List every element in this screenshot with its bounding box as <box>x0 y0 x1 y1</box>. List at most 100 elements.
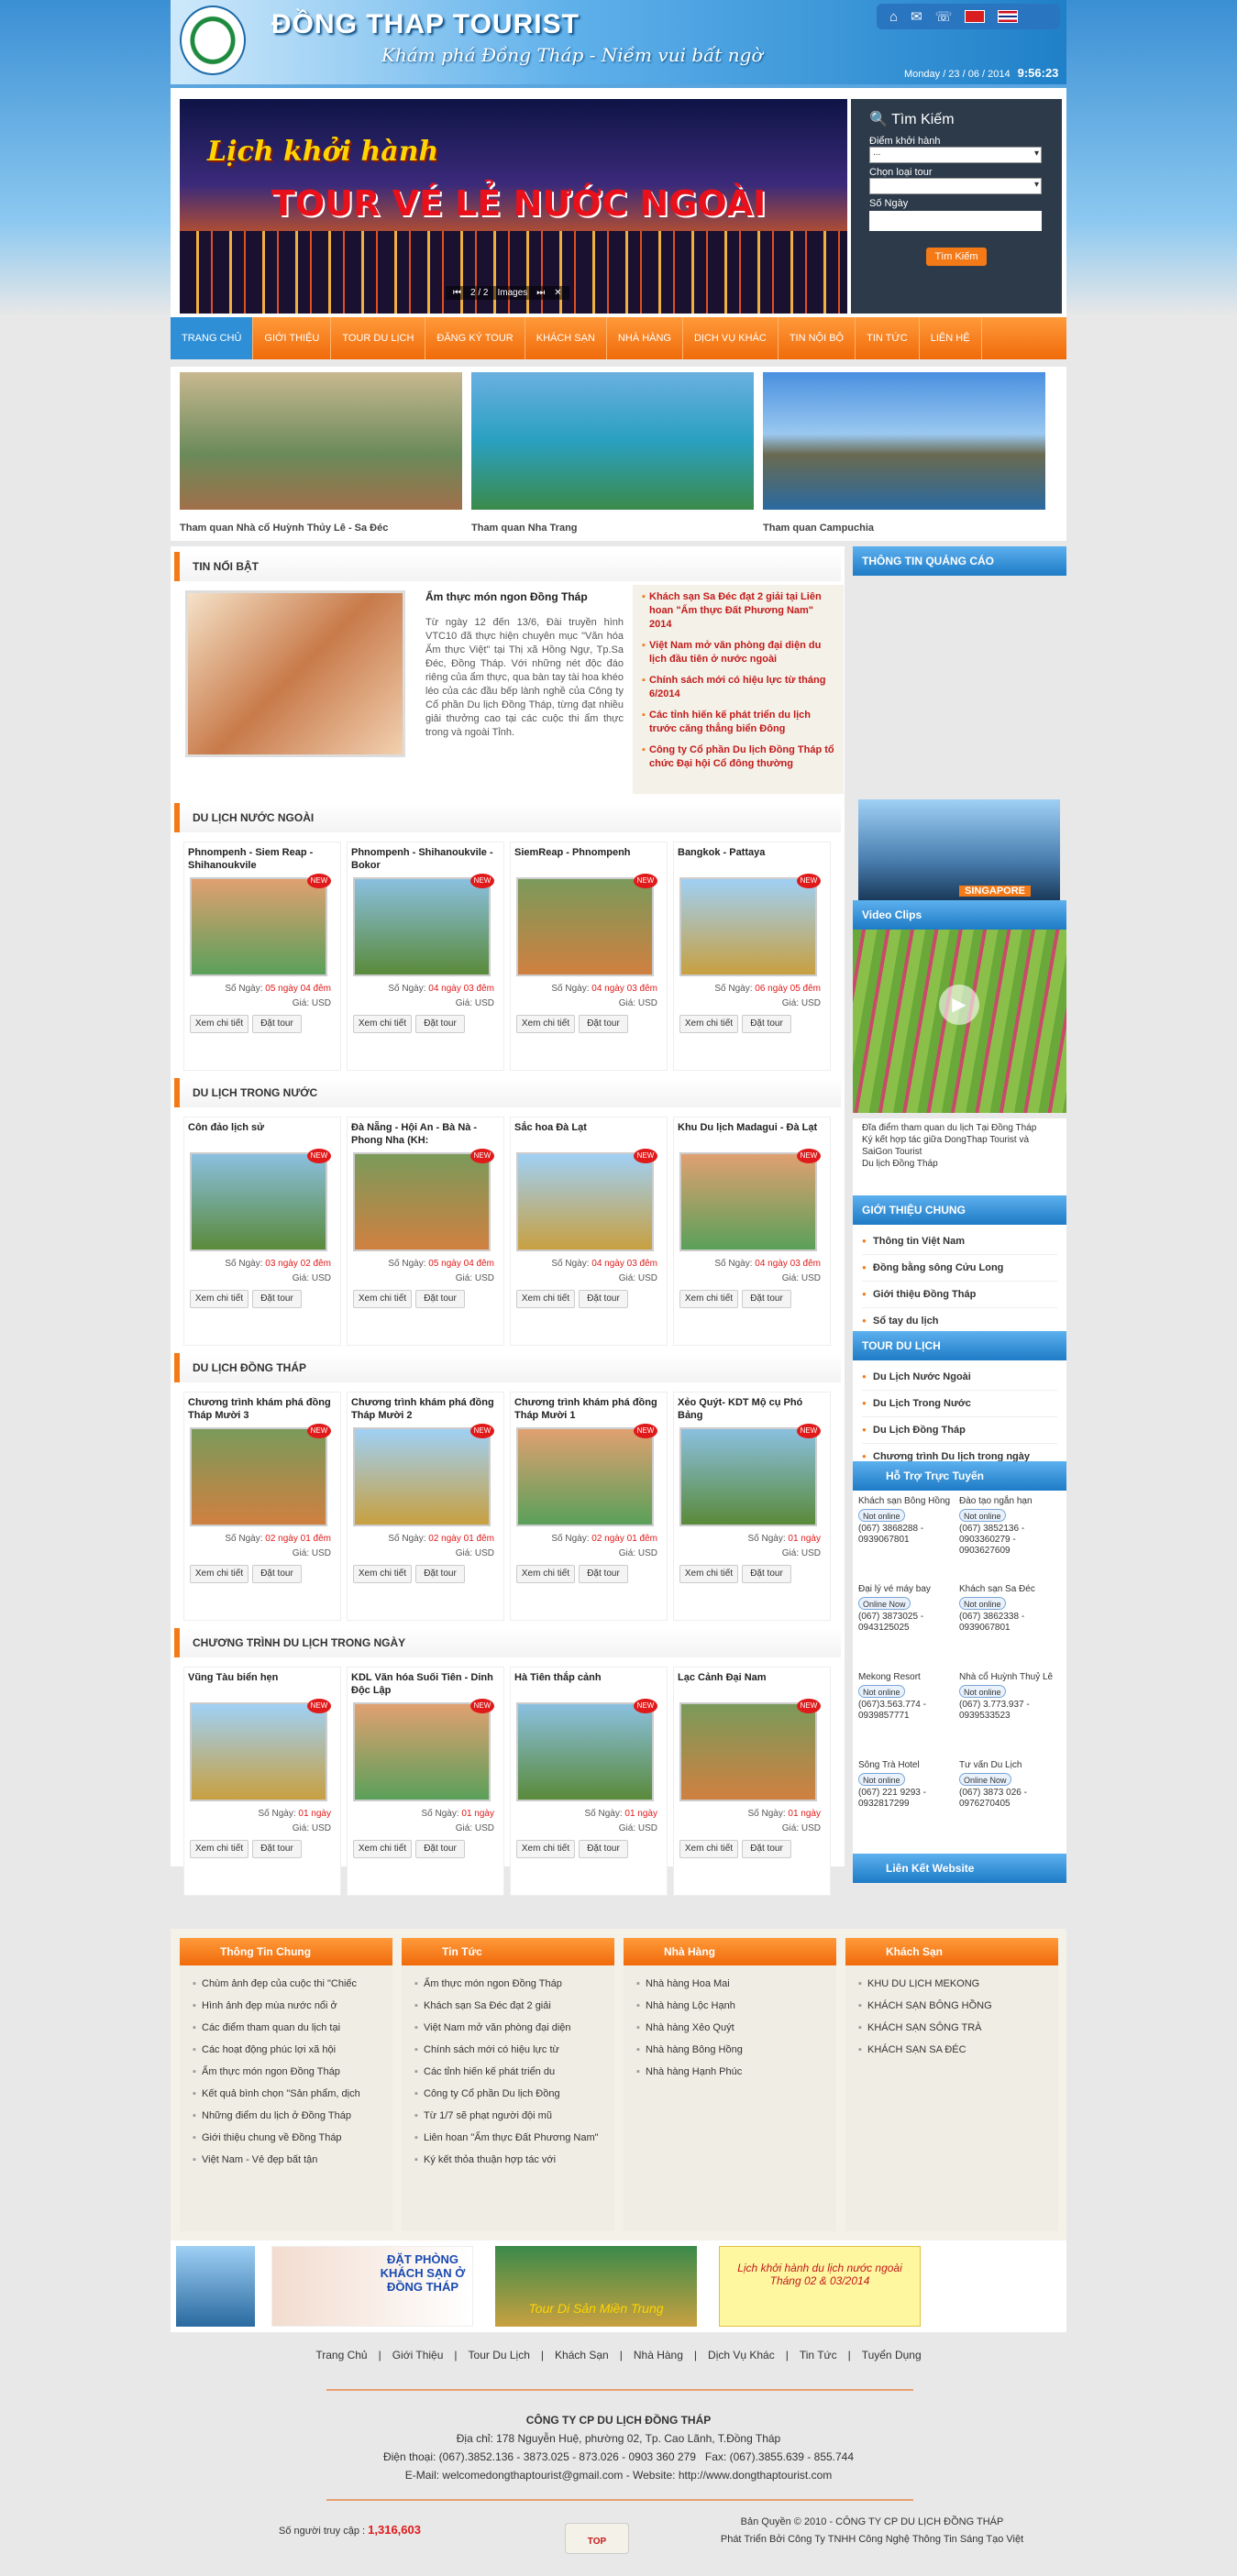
tour-image[interactable]: NEW <box>353 1424 494 1526</box>
phone-icon[interactable]: ☏ <box>935 8 953 25</box>
tour-name[interactable]: Vũng Tàu biển hẹn <box>188 1671 337 1699</box>
nav-internal-news[interactable]: TIN NỘI BỘ <box>779 317 856 359</box>
tour-image[interactable]: NEW <box>353 1149 494 1251</box>
tour-name[interactable]: Lạc Cảnh Đại Nam <box>678 1671 826 1699</box>
tour-name[interactable]: Khu Du lịch Madagui - Đà Lạt <box>678 1121 826 1149</box>
footer-link[interactable]: Từ 1/7 sẽ phạt người đội mũ <box>414 2105 602 2127</box>
book-tour-button[interactable]: Đặt tour <box>742 1015 791 1033</box>
tour-name[interactable]: Xẻo Quýt- KDT Mộ cụ Phó Bảng <box>678 1396 826 1424</box>
nav-about[interactable]: GIỚI THIỆU <box>253 317 332 359</box>
video-player[interactable]: ▶ <box>853 930 1066 1113</box>
tour-image[interactable]: NEW <box>190 1424 331 1526</box>
featured-image[interactable] <box>185 590 405 757</box>
footer-link[interactable]: Kết quả bình chọn "Sản phẩm, dịch <box>193 2083 380 2105</box>
tour-name[interactable]: Đà Nẵng - Hội An - Bà Nà - Phong Nha (KH… <box>351 1121 500 1149</box>
footer-link[interactable]: KHÁCH SẠN SA ĐÉC <box>858 2039 1045 2061</box>
intro-link[interactable]: Thông tin Việt Nam <box>862 1228 1057 1255</box>
central-heritage-ad[interactable]: Tour Di Sản Miền Trung <box>495 2246 697 2327</box>
view-detail-button[interactable]: Xem chi tiết <box>353 1015 412 1033</box>
view-detail-button[interactable]: Xem chi tiết <box>516 1015 575 1033</box>
singapore-ad-image[interactable]: SINGAPORE <box>858 799 1060 900</box>
view-detail-button[interactable]: Xem chi tiết <box>190 1290 249 1308</box>
featured-title[interactable]: Ẩm thực món ngon Đồng Tháp <box>425 590 588 603</box>
tour-image[interactable]: NEW <box>679 1424 821 1526</box>
days-input[interactable] <box>869 211 1042 231</box>
email-website[interactable]: E-Mail: welcomedongthaptourist@gmail.com… <box>171 2466 1066 2484</box>
tour-name[interactable]: KDL Văn hóa Suối Tiên - Dinh Độc Lập <box>351 1671 500 1699</box>
status-badge[interactable]: Not online <box>959 1509 1006 1522</box>
view-detail-button[interactable]: Xem chi tiết <box>679 1290 738 1308</box>
nav-contact[interactable]: LIÊN HỆ <box>920 317 982 359</box>
view-detail-button[interactable]: Xem chi tiết <box>353 1565 412 1583</box>
video-item[interactable]: Đĩa điểm tham quan du lịch Tại Đồng Tháp <box>862 1122 1057 1134</box>
tour-image[interactable]: NEW <box>679 874 821 976</box>
news-link[interactable]: Khách sạn Sa Đéc đạt 2 giải tại Liên hoa… <box>642 590 834 632</box>
intro-link[interactable]: Giới thiệu Đồng Tháp <box>862 1282 1057 1308</box>
tour-image[interactable]: NEW <box>190 1149 331 1251</box>
tour-image[interactable]: NEW <box>679 1149 821 1251</box>
footer-nav-link[interactable]: Trang Chủ <box>315 2349 367 2361</box>
status-badge[interactable]: Online Now <box>959 1773 1011 1786</box>
tour-link[interactable]: Du Lịch Đồng Tháp <box>862 1417 1057 1444</box>
view-detail-button[interactable]: Xem chi tiết <box>679 1015 738 1033</box>
tour-image[interactable]: NEW <box>190 874 331 976</box>
tour-name[interactable]: Chương trình khám phá đồng Tháp Mười 2 <box>351 1396 500 1424</box>
overseas-schedule-ad[interactable]: Lịch khởi hành du lịch nước ngoài Tháng … <box>719 2246 921 2327</box>
footer-link[interactable]: Các điểm tham quan du lịch tại <box>193 2017 380 2039</box>
book-tour-button[interactable]: Đặt tour <box>579 1565 628 1583</box>
nav-restaurants[interactable]: NHÀ HÀNG <box>607 317 683 359</box>
close-icon[interactable]: ✕ <box>554 288 561 298</box>
view-detail-button[interactable]: Xem chi tiết <box>516 1290 575 1308</box>
footer-link[interactable]: Các hoạt động phúc lợi xã hội <box>193 2039 380 2061</box>
nav-news[interactable]: TIN TỨC <box>856 317 920 359</box>
tour-name[interactable]: SiemReap - Phnompenh <box>514 846 663 874</box>
footer-link[interactable]: KHÁCH SẠN BÔNG HỒNG <box>858 1995 1045 2017</box>
news-link[interactable]: Chính sách mới có hiệu lực từ tháng 6/20… <box>642 674 834 701</box>
footer-link[interactable]: Những điểm du lịch ở Đồng Tháp <box>193 2105 380 2127</box>
footer-nav-link[interactable]: Khách Sạn <box>555 2349 609 2361</box>
gallery-item[interactable]: Tham quan Nhà cổ Huỳnh Thủy Lê - Sa Đéc <box>180 372 462 534</box>
footer-link[interactable]: Chính sách mới có hiệu lực từ <box>414 2039 602 2061</box>
gallery-item[interactable]: Tham quan Campuchia <box>763 372 1045 534</box>
view-detail-button[interactable]: Xem chi tiết <box>679 1840 738 1858</box>
tour-name[interactable]: Sắc hoa Đà Lạt <box>514 1121 663 1149</box>
book-tour-button[interactable]: Đặt tour <box>742 1840 791 1858</box>
footer-nav-link[interactable]: Tin Tức <box>800 2349 837 2361</box>
tour-image[interactable]: NEW <box>190 1699 331 1801</box>
footer-link[interactable]: Nhà hàng Lộc Hạnh <box>636 1995 823 2017</box>
footer-link[interactable]: KHÁCH SẠN SÔNG TRÀ <box>858 2017 1045 2039</box>
status-badge[interactable]: Not online <box>858 1685 905 1698</box>
site-logo[interactable] <box>180 6 246 75</box>
book-tour-button[interactable]: Đặt tour <box>252 1840 302 1858</box>
news-link[interactable]: Các tỉnh hiến kế phát triển du lịch trướ… <box>642 709 834 736</box>
book-tour-button[interactable]: Đặt tour <box>415 1840 465 1858</box>
tour-name[interactable]: Phnompenh - Shihanoukvile - Bokor <box>351 846 500 874</box>
footer-link[interactable]: Việt Nam - Vẻ đẹp bất tận <box>193 2149 380 2171</box>
footer-link[interactable]: Chùm ảnh đẹp của cuộc thi "Chiếc <box>193 1973 380 1995</box>
footer-link[interactable]: Công ty Cổ phần Du lịch Đồng <box>414 2083 602 2105</box>
footer-nav-link[interactable]: Tour Du Lịch <box>469 2349 530 2361</box>
back-to-top-button[interactable]: TOP <box>565 2523 629 2554</box>
view-detail-button[interactable]: Xem chi tiết <box>190 1840 249 1858</box>
book-tour-button[interactable]: Đặt tour <box>579 1290 628 1308</box>
footer-link[interactable]: Giới thiệu chung về Đồng Tháp <box>193 2127 380 2149</box>
view-detail-button[interactable]: Xem chi tiết <box>679 1565 738 1583</box>
status-badge[interactable]: Not online <box>858 1773 905 1786</box>
view-detail-button[interactable]: Xem chi tiết <box>516 1565 575 1583</box>
chat-icon[interactable]: ✉ <box>911 8 922 25</box>
tour-name[interactable]: Hà Tiên thắp cảnh <box>514 1671 663 1699</box>
view-detail-button[interactable]: Xem chi tiết <box>190 1015 249 1033</box>
book-tour-button[interactable]: Đặt tour <box>252 1565 302 1583</box>
prev-icon[interactable]: ⏮ <box>453 288 461 298</box>
nav-hotels[interactable]: KHÁCH SẠN <box>525 317 607 359</box>
video-item[interactable]: Ký kết hợp tác giữa DongThap Tourist và … <box>862 1134 1057 1158</box>
footer-link[interactable]: Ẩm thực món ngon Đồng Tháp <box>414 1973 602 1995</box>
footer-link[interactable]: Ký kết thỏa thuận hợp tác với <box>414 2149 602 2171</box>
status-badge[interactable]: Online Now <box>858 1597 911 1610</box>
footer-link[interactable]: Nhà hàng Hạnh Phúc <box>636 2061 823 2083</box>
tour-name[interactable]: Phnompenh - Siem Reap - Shihanoukvile <box>188 846 337 874</box>
tour-image[interactable]: NEW <box>516 874 657 976</box>
book-tour-button[interactable]: Đặt tour <box>742 1565 791 1583</box>
home-icon[interactable]: ⌂ <box>889 9 898 25</box>
news-link[interactable]: Việt Nam mở văn phòng đại diện du lịch đ… <box>642 639 834 666</box>
